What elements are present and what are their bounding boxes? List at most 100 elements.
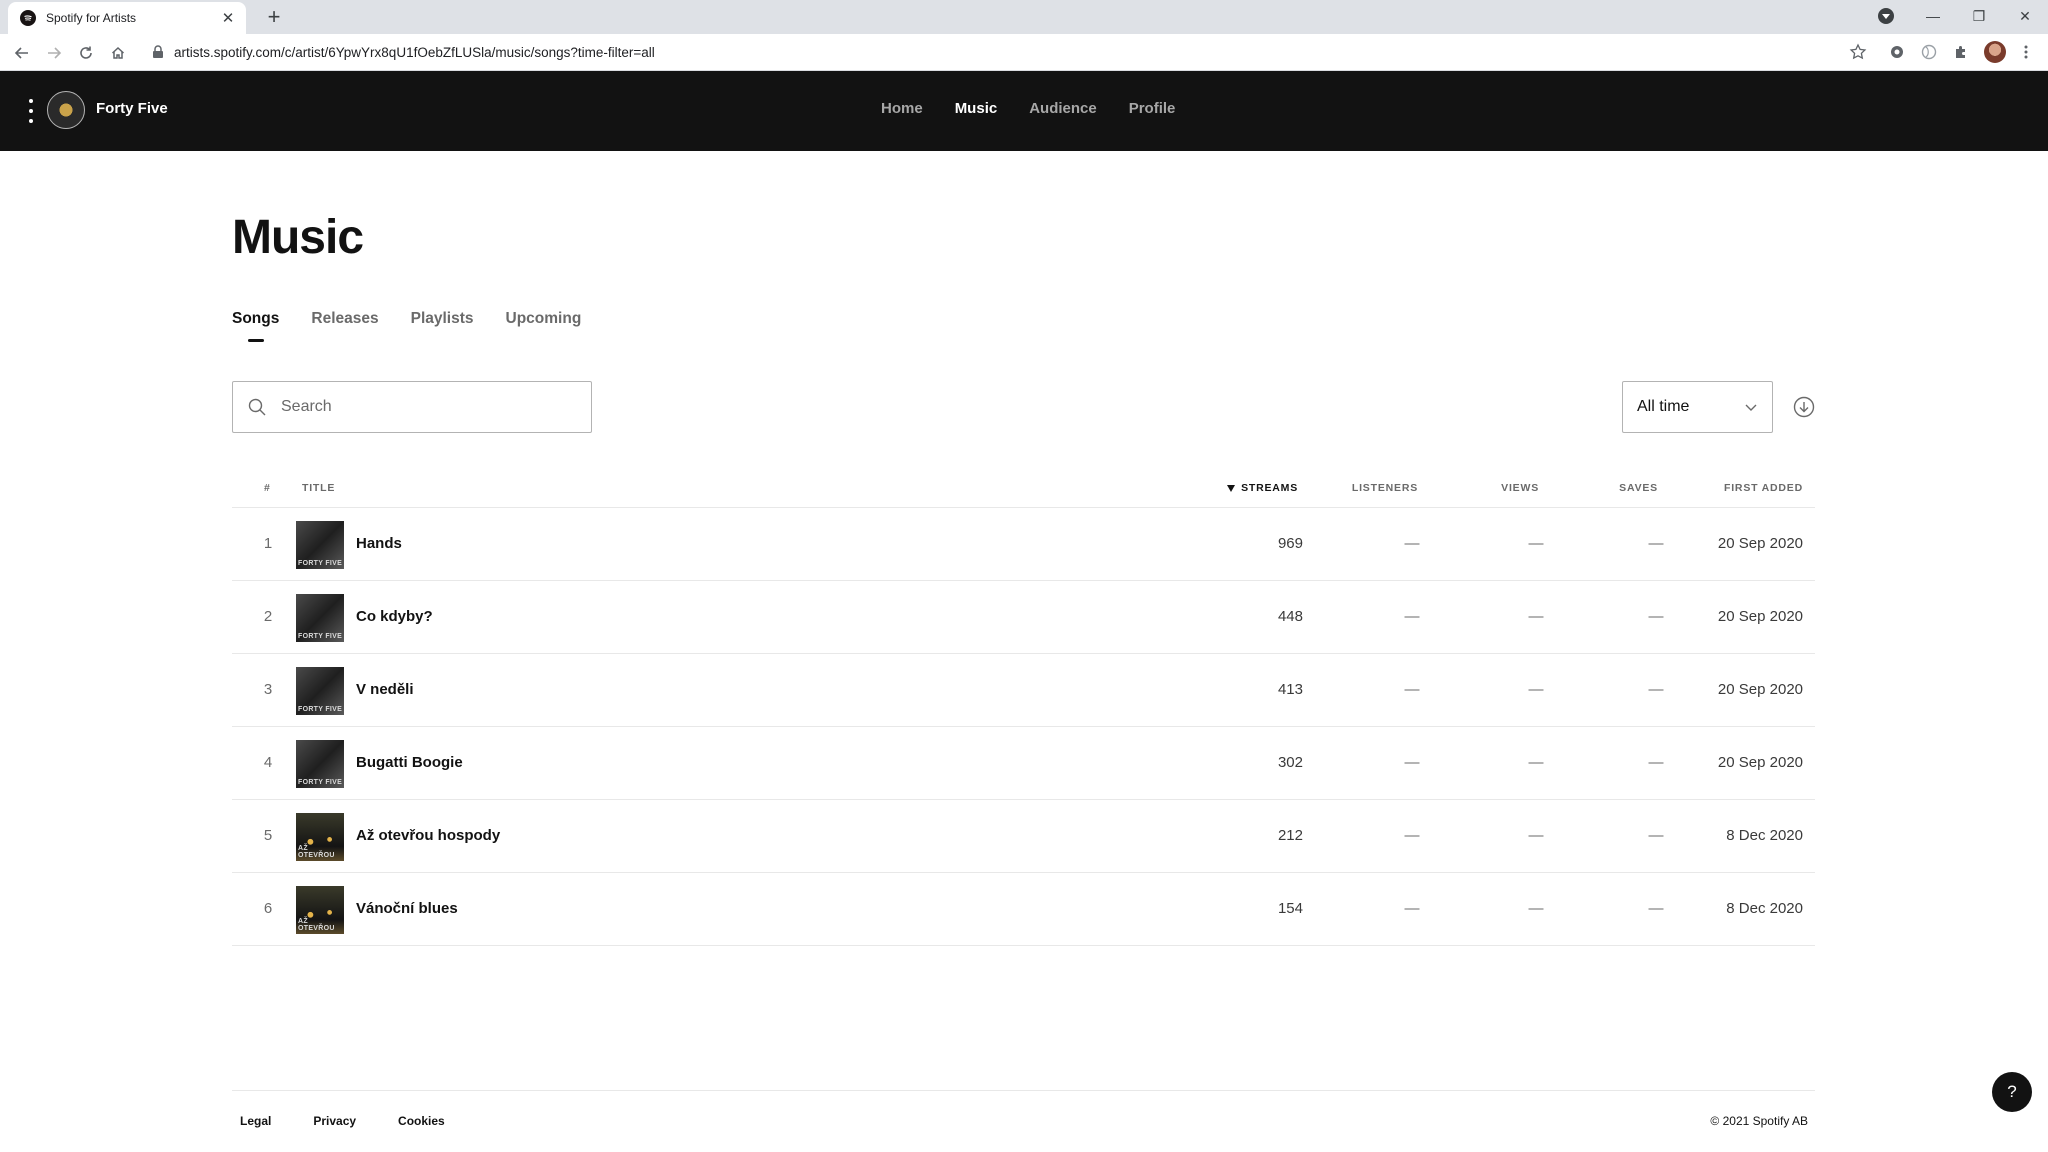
browser-tab-bar: Spotify for Artists ✕ + — ❐ ✕ (0, 0, 2048, 34)
songs-table: # TITLE STREAMS LISTENERS VIEWS SAVES FI… (232, 470, 1815, 946)
minimize-icon[interactable]: — (1910, 0, 1956, 32)
song-title[interactable]: Bugatti Boogie (356, 754, 463, 771)
song-title[interactable]: Co kdyby? (356, 608, 433, 625)
reload-icon[interactable] (72, 39, 100, 67)
forward-icon[interactable] (40, 39, 68, 67)
song-listeners: — (1404, 754, 1420, 771)
browser-tab-title: Spotify for Artists (46, 11, 137, 25)
copyright: © 2021 Spotify AB (1710, 1114, 1808, 1128)
lock-icon (153, 45, 163, 58)
tab-songs[interactable]: Songs (232, 310, 279, 342)
song-saves: — (1648, 608, 1664, 625)
browser-menu-icon[interactable] (2015, 41, 2037, 63)
app-header: Forty Five Home Music Audience Profile (0, 71, 2048, 151)
search-box (232, 381, 592, 433)
nav-audience[interactable]: Audience (1029, 100, 1097, 117)
column-streams[interactable]: STREAMS (1227, 482, 1298, 494)
restore-icon[interactable]: ❐ (1956, 0, 2002, 32)
song-cover: AŽ OTEVŘOU (296, 886, 344, 934)
song-streams: 448 (1277, 608, 1303, 625)
back-icon[interactable] (8, 39, 36, 67)
song-saves: — (1648, 535, 1664, 552)
column-views[interactable]: VIEWS (1501, 482, 1539, 494)
row-number: 5 (263, 827, 273, 844)
song-views: — (1528, 900, 1544, 917)
footer-link-privacy[interactable]: Privacy (313, 1114, 356, 1128)
column-saves[interactable]: SAVES (1619, 482, 1658, 494)
home-icon[interactable] (104, 39, 132, 67)
column-title[interactable]: TITLE (302, 482, 335, 494)
extension-globe-icon[interactable] (1918, 41, 1940, 63)
address-bar[interactable]: artists.spotify.com/c/artist/6YpwYrx8qU1… (140, 37, 1865, 67)
table-row[interactable]: 6 AŽ OTEVŘOU Vánoční blues 154 — — — 8 D… (232, 873, 1815, 946)
song-streams: 413 (1277, 681, 1303, 698)
row-number: 4 (263, 754, 273, 771)
tab-search-icon[interactable] (1878, 8, 1894, 24)
tab-releases[interactable]: Releases (311, 310, 378, 342)
cover-caption: FORTY FIVE (298, 779, 343, 786)
music-tabs: Songs Releases Playlists Upcoming (232, 310, 581, 342)
song-streams: 302 (1277, 754, 1303, 771)
table-row[interactable]: 4 FORTY FIVE Bugatti Boogie 302 — — — 20… (232, 727, 1815, 800)
help-button[interactable]: ? (1992, 1072, 2032, 1112)
footer-link-legal[interactable]: Legal (240, 1114, 271, 1128)
nav-music[interactable]: Music (955, 100, 998, 117)
song-views: — (1528, 535, 1544, 552)
song-views: — (1528, 754, 1544, 771)
close-window-icon[interactable]: ✕ (2002, 0, 2048, 32)
footer-link-cookies[interactable]: Cookies (398, 1114, 445, 1128)
bookmark-star-icon[interactable] (1847, 41, 1869, 63)
app-menu-icon[interactable] (26, 99, 36, 123)
download-icon[interactable] (1793, 396, 1815, 418)
browser-tab[interactable]: Spotify for Artists ✕ (8, 2, 246, 34)
song-first-added: 8 Dec 2020 (1726, 827, 1803, 844)
nav-profile[interactable]: Profile (1129, 100, 1176, 117)
song-first-added: 20 Sep 2020 (1717, 608, 1803, 625)
cover-caption: AŽ OTEVŘOU (298, 845, 335, 859)
song-saves: — (1648, 827, 1664, 844)
new-tab-button[interactable]: + (260, 4, 288, 32)
song-title[interactable]: Hands (356, 535, 402, 552)
table-header: # TITLE STREAMS LISTENERS VIEWS SAVES FI… (232, 470, 1815, 508)
browser-profile-avatar[interactable] (1984, 41, 2006, 63)
footer-divider (232, 1090, 1815, 1091)
song-listeners: — (1404, 681, 1420, 698)
cover-caption: FORTY FIVE (298, 560, 343, 567)
song-saves: — (1648, 754, 1664, 771)
song-title[interactable]: Vánoční blues (356, 900, 458, 917)
nav-home[interactable]: Home (881, 100, 923, 117)
song-saves: — (1648, 900, 1664, 917)
extension-icon[interactable] (1886, 41, 1908, 63)
url-text: artists.spotify.com/c/artist/6YpwYrx8qU1… (174, 44, 655, 60)
artist-name[interactable]: Forty Five (96, 100, 168, 117)
search-input[interactable] (281, 398, 581, 416)
row-number: 2 (263, 608, 273, 625)
puzzle-icon[interactable] (1950, 41, 1972, 63)
song-title[interactable]: V neděli (356, 681, 414, 698)
tab-upcoming[interactable]: Upcoming (506, 310, 582, 342)
row-number: 3 (263, 681, 273, 698)
time-filter-value: All time (1637, 398, 1690, 415)
song-cover: FORTY FIVE (296, 521, 344, 569)
song-views: — (1528, 681, 1544, 698)
cover-caption: AŽ OTEVŘOU (298, 918, 335, 932)
artist-avatar[interactable] (47, 91, 85, 129)
cover-caption: FORTY FIVE (298, 633, 343, 640)
song-views: — (1528, 608, 1544, 625)
tab-playlists[interactable]: Playlists (411, 310, 474, 342)
song-title[interactable]: Až otevřou hospody (356, 827, 500, 844)
table-row[interactable]: 5 AŽ OTEVŘOU Až otevřou hospody 212 — — … (232, 800, 1815, 873)
time-filter-select[interactable]: All time (1622, 381, 1773, 433)
search-icon (248, 398, 266, 416)
table-row[interactable]: 3 FORTY FIVE V neděli 413 — — — 20 Sep 2… (232, 654, 1815, 727)
column-first-added[interactable]: FIRST ADDED (1724, 482, 1803, 494)
song-streams: 969 (1277, 535, 1303, 552)
close-tab-icon[interactable]: ✕ (220, 9, 236, 27)
main-nav: Home Music Audience Profile (881, 100, 1175, 117)
column-streams-label: STREAMS (1241, 482, 1298, 494)
column-listeners[interactable]: LISTENERS (1352, 482, 1418, 494)
song-first-added: 8 Dec 2020 (1726, 900, 1803, 917)
table-row[interactable]: 2 FORTY FIVE Co kdyby? 448 — — — 20 Sep … (232, 581, 1815, 654)
table-row[interactable]: 1 FORTY FIVE Hands 969 — — — 20 Sep 2020 (232, 508, 1815, 581)
page-title: Music (232, 211, 364, 264)
